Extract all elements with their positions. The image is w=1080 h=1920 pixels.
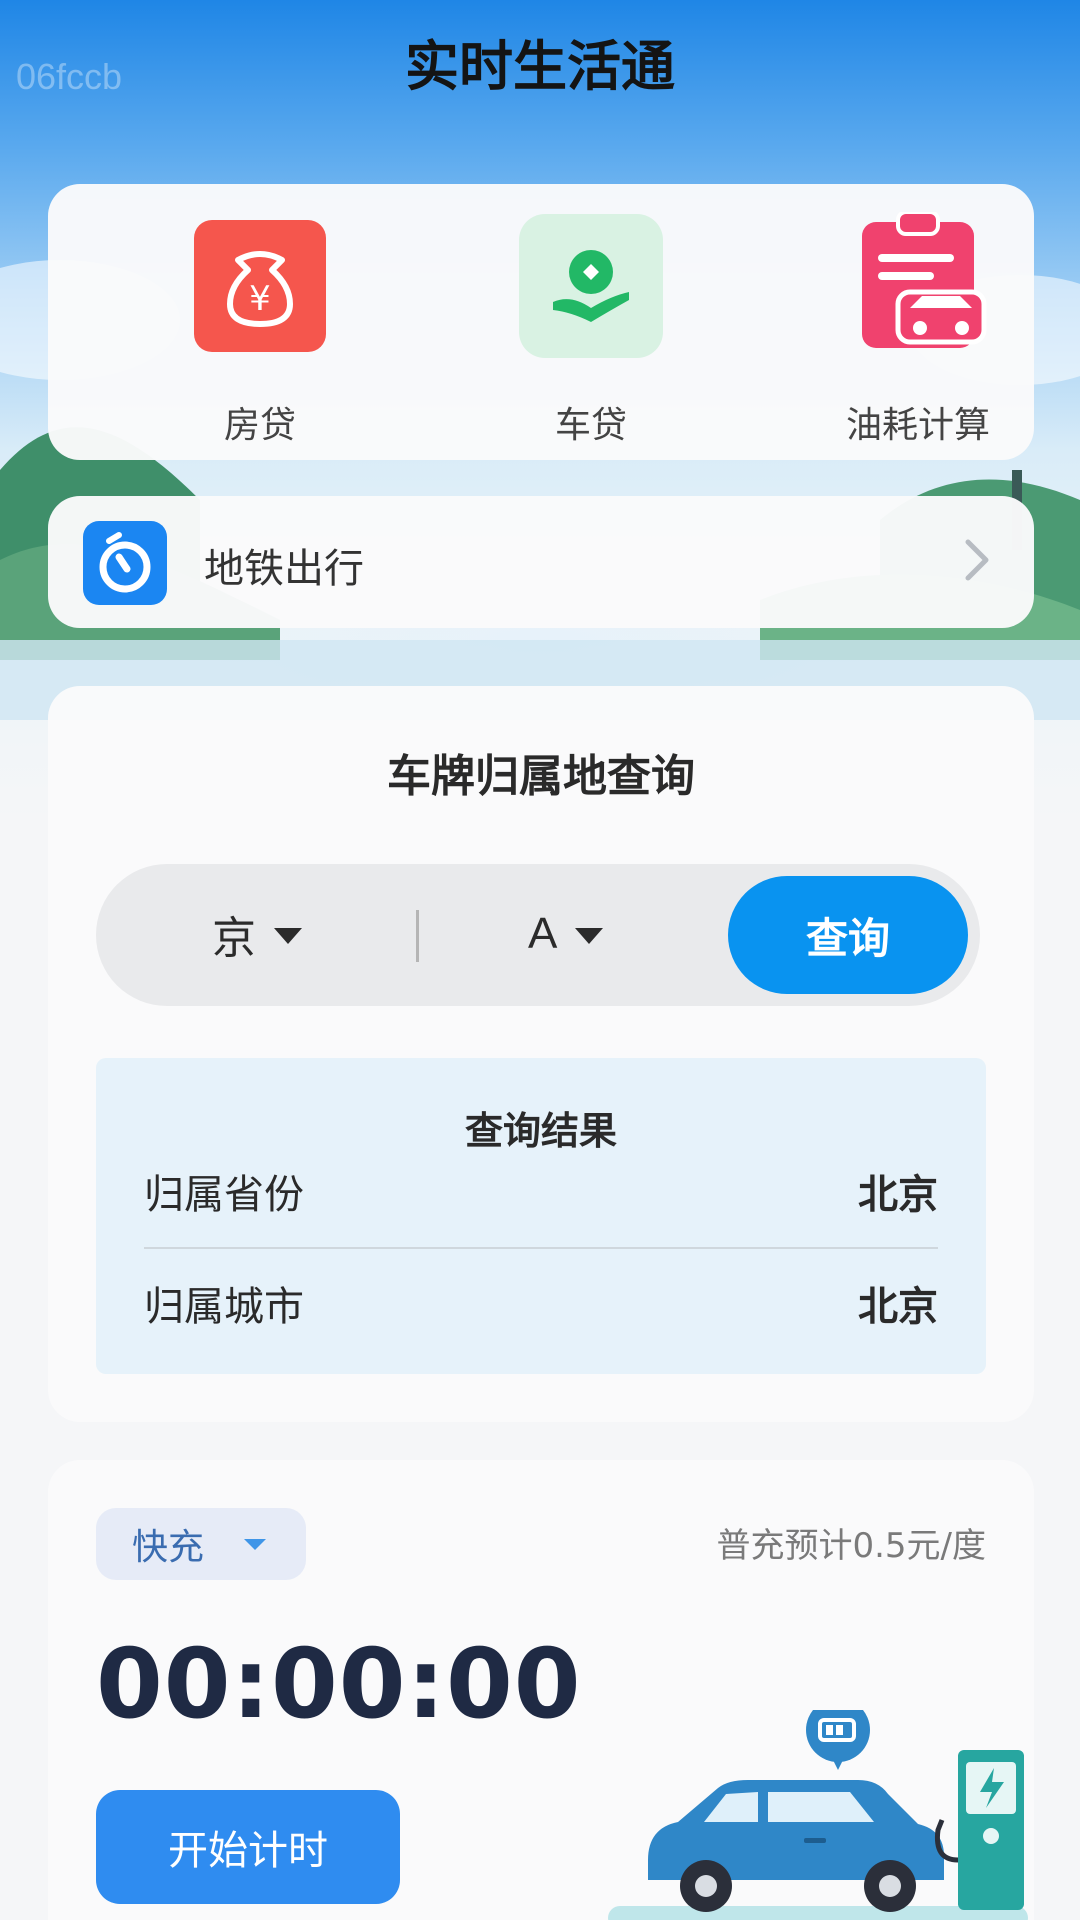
car-clipboard-icon <box>848 210 988 360</box>
charging-timer-card: 快充 普充预计0.5元/度 00:00:00 开始计时 <box>48 1460 1034 1920</box>
timer-icon <box>83 521 167 605</box>
dropdown-arrow-icon <box>274 928 302 944</box>
plate-query-bar: 京 A 查询 <box>96 864 980 1006</box>
result-value: 北京 <box>858 1284 938 1330</box>
plate-query-title: 车牌归属地查询 <box>387 751 695 802</box>
start-timer-button[interactable]: 开始计时 <box>96 1790 400 1904</box>
money-bag-icon: ¥ <box>194 220 326 356</box>
select-divider <box>416 910 419 962</box>
app-title: 实时生活通 <box>405 35 675 98</box>
hand-coin-icon <box>519 214 663 362</box>
result-key: 归属城市 <box>144 1284 304 1330</box>
dropdown-arrow-icon <box>244 1538 267 1550</box>
letter-select[interactable]: A <box>528 904 604 964</box>
result-panel: 查询结果 归属省份 北京 归属城市 北京 <box>96 1058 986 1374</box>
province-select[interactable]: 京 <box>212 904 302 964</box>
charge-mode-value: 快充 <box>132 1527 205 1568</box>
result-row-province: 归属省份 北京 <box>144 1162 938 1218</box>
plate-query-card: 车牌归属地查询 京 A 查询 查询结果 归属省份 北京 归属城市 北京 <box>48 686 1034 1422</box>
tool-label: 油耗计算 <box>845 405 990 446</box>
result-divider <box>144 1247 938 1249</box>
metro-entry[interactable]: 地铁出行 <box>48 496 1034 628</box>
result-row-city: 归属城市 北京 <box>144 1274 938 1330</box>
query-button[interactable]: 查询 <box>728 876 968 994</box>
metro-label: 地铁出行 <box>204 546 364 592</box>
result-value: 北京 <box>858 1172 938 1218</box>
tool-label: 房贷 <box>223 405 296 446</box>
timer-display: 00:00:00 <box>96 1628 582 1740</box>
result-title: 查询结果 <box>464 1109 617 1153</box>
province-value: 京 <box>212 913 256 964</box>
ev-charging-illustration <box>608 1698 1028 1920</box>
charge-mode-select[interactable]: 快充 <box>96 1508 306 1580</box>
tool-label: 车贷 <box>554 405 627 446</box>
price-note: 普充预计0.5元/度 <box>716 1526 986 1566</box>
chevron-right-icon <box>962 536 992 588</box>
dropdown-arrow-icon <box>575 928 604 944</box>
result-key: 归属省份 <box>144 1172 304 1218</box>
svg-text:¥: ¥ <box>249 279 271 319</box>
letter-value: A <box>528 909 558 958</box>
quick-tools-card: ¥ 房贷 车贷 油耗计算 <box>48 184 1034 460</box>
